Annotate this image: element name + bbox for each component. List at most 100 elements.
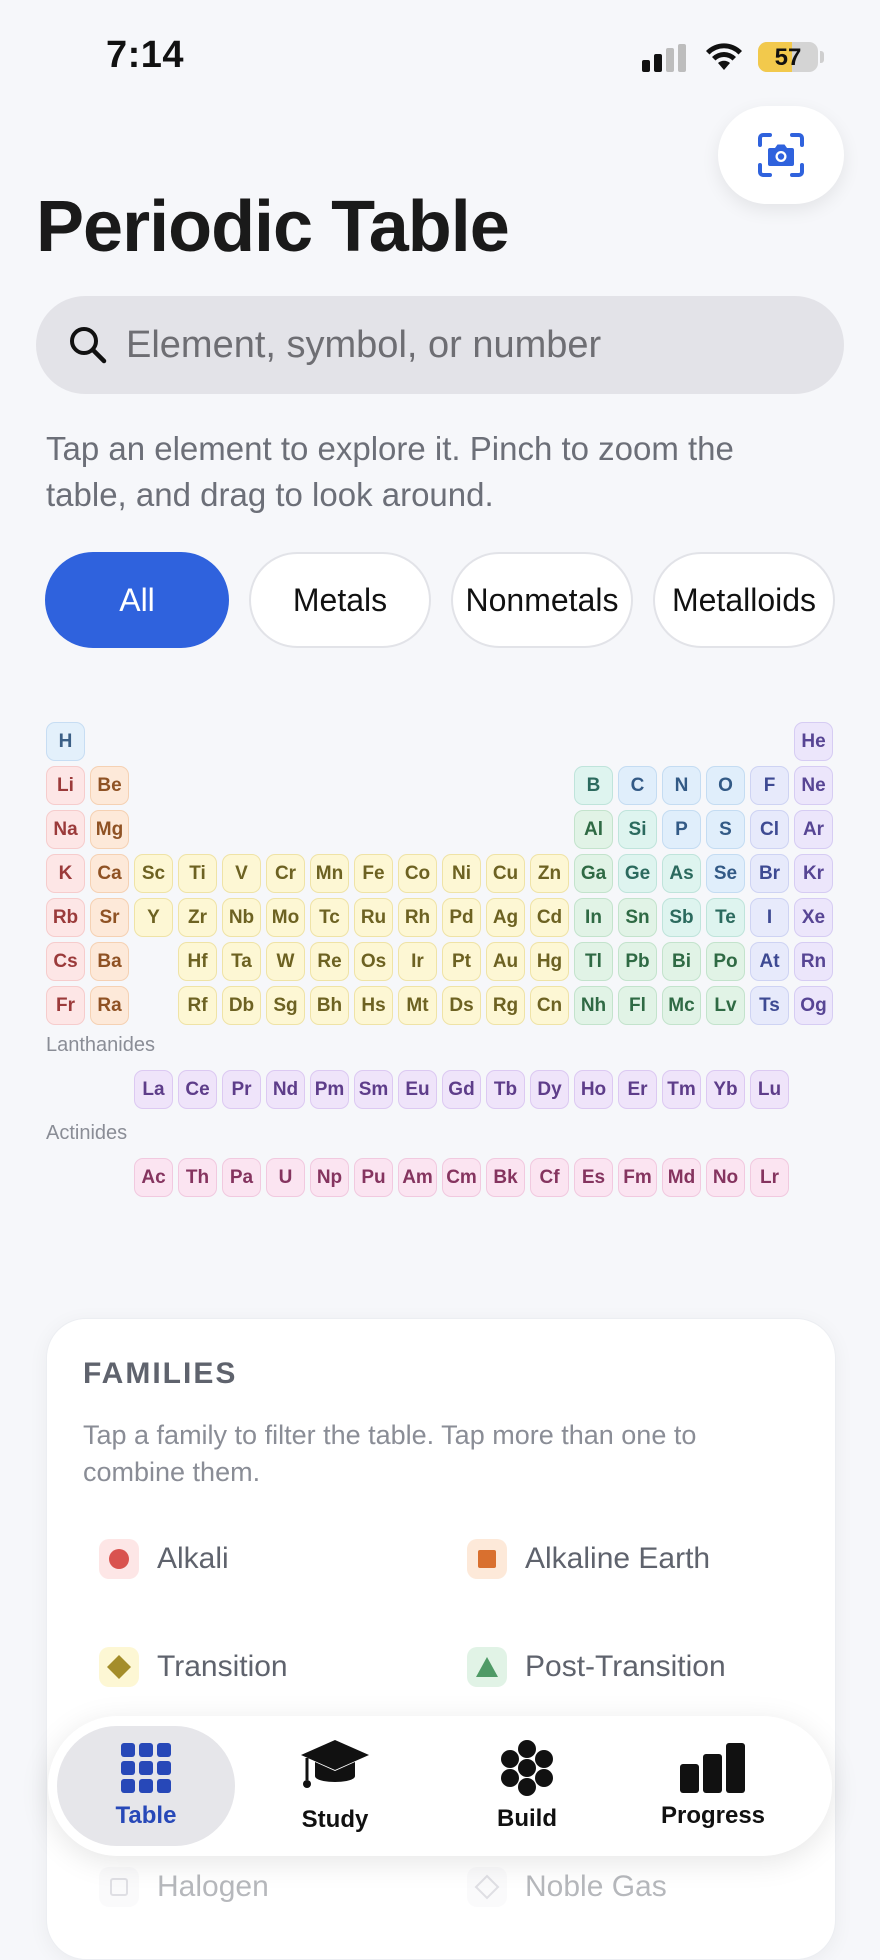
element-ne[interactable]: Ne [794,766,833,805]
element-br[interactable]: Br [750,854,789,893]
element-be[interactable]: Be [90,766,129,805]
element-sb[interactable]: Sb [662,898,701,937]
element-er[interactable]: Er [618,1070,657,1109]
element-sg[interactable]: Sg [266,986,305,1025]
element-pm[interactable]: Pm [310,1070,349,1109]
element-rg[interactable]: Rg [486,986,525,1025]
element-he[interactable]: He [794,722,833,761]
family-alkali[interactable]: Alkali [99,1539,229,1579]
element-c[interactable]: C [618,766,657,805]
element-ta[interactable]: Ta [222,942,261,981]
element-u[interactable]: U [266,1158,305,1197]
element-rh[interactable]: Rh [398,898,437,937]
element-se[interactable]: Se [706,854,745,893]
element-ts[interactable]: Ts [750,986,789,1025]
element-rf[interactable]: Rf [178,986,217,1025]
family-noble-gas[interactable]: Noble Gas [467,1867,667,1907]
element-yb[interactable]: Yb [706,1070,745,1109]
element-i[interactable]: I [750,898,789,937]
element-ce[interactable]: Ce [178,1070,217,1109]
element-at[interactable]: At [750,942,789,981]
element-ds[interactable]: Ds [442,986,481,1025]
element-mt[interactable]: Mt [398,986,437,1025]
element-ga[interactable]: Ga [574,854,613,893]
element-kr[interactable]: Kr [794,854,833,893]
element-ba[interactable]: Ba [90,942,129,981]
element-sr[interactable]: Sr [90,898,129,937]
element-re[interactable]: Re [310,942,349,981]
element-fr[interactable]: Fr [46,986,85,1025]
element-bk[interactable]: Bk [486,1158,525,1197]
element-ar[interactable]: Ar [794,810,833,849]
element-dy[interactable]: Dy [530,1070,569,1109]
element-cr[interactable]: Cr [266,854,305,893]
element-in[interactable]: In [574,898,613,937]
element-li[interactable]: Li [46,766,85,805]
element-pt[interactable]: Pt [442,942,481,981]
element-am[interactable]: Am [398,1158,437,1197]
element-pb[interactable]: Pb [618,942,657,981]
element-os[interactable]: Os [354,942,393,981]
element-y[interactable]: Y [134,898,173,937]
element-ho[interactable]: Ho [574,1070,613,1109]
element-sn[interactable]: Sn [618,898,657,937]
element-lu[interactable]: Lu [750,1070,789,1109]
family-halogen[interactable]: Halogen [99,1867,269,1907]
element-cu[interactable]: Cu [486,854,525,893]
element-mo[interactable]: Mo [266,898,305,937]
element-cm[interactable]: Cm [442,1158,481,1197]
family-post-transition[interactable]: Post-Transition [467,1647,726,1687]
element-f[interactable]: F [750,766,789,805]
element-hf[interactable]: Hf [178,942,217,981]
element-nh[interactable]: Nh [574,986,613,1025]
filter-chip-nonmetals[interactable]: Nonmetals [451,552,633,648]
filter-chip-metals[interactable]: Metals [249,552,431,648]
element-es[interactable]: Es [574,1158,613,1197]
tab-table[interactable]: Table [57,1726,235,1846]
element-eu[interactable]: Eu [398,1070,437,1109]
element-co[interactable]: Co [398,854,437,893]
element-no[interactable]: No [706,1158,745,1197]
element-al[interactable]: Al [574,810,613,849]
element-pd[interactable]: Pd [442,898,481,937]
periodic-table-grid[interactable]: H He Li Be B C N O F Ne Na Mg Al Si P S Cl Ar K Ca Sc Ti V Cr Mn… [46,722,836,1212]
element-cl[interactable]: Cl [750,810,789,849]
element-xe[interactable]: Xe [794,898,833,937]
element-h[interactable]: H [46,722,85,761]
search-bar[interactable] [36,296,844,394]
element-lr[interactable]: Lr [750,1158,789,1197]
element-sc[interactable]: Sc [134,854,173,893]
tab-study[interactable]: Study [246,1726,424,1846]
element-pu[interactable]: Pu [354,1158,393,1197]
element-db[interactable]: Db [222,986,261,1025]
element-pr[interactable]: Pr [222,1070,261,1109]
element-fm[interactable]: Fm [618,1158,657,1197]
element-w[interactable]: W [266,942,305,981]
element-ni[interactable]: Ni [442,854,481,893]
element-sm[interactable]: Sm [354,1070,393,1109]
element-p[interactable]: P [662,810,701,849]
element-cn[interactable]: Cn [530,986,569,1025]
element-hs[interactable]: Hs [354,986,393,1025]
element-hg[interactable]: Hg [530,942,569,981]
search-input[interactable] [124,322,808,368]
element-th[interactable]: Th [178,1158,217,1197]
element-as[interactable]: As [662,854,701,893]
element-cd[interactable]: Cd [530,898,569,937]
element-o[interactable]: O [706,766,745,805]
element-ru[interactable]: Ru [354,898,393,937]
element-rb[interactable]: Rb [46,898,85,937]
element-ra[interactable]: Ra [90,986,129,1025]
element-mc[interactable]: Mc [662,986,701,1025]
element-zn[interactable]: Zn [530,854,569,893]
element-ca[interactable]: Ca [90,854,129,893]
element-cs[interactable]: Cs [46,942,85,981]
filter-chip-all[interactable]: All [45,552,229,648]
element-k[interactable]: K [46,854,85,893]
element-md[interactable]: Md [662,1158,701,1197]
element-si[interactable]: Si [618,810,657,849]
element-v[interactable]: V [222,854,261,893]
element-mn[interactable]: Mn [310,854,349,893]
element-au[interactable]: Au [486,942,525,981]
element-fl[interactable]: Fl [618,986,657,1025]
